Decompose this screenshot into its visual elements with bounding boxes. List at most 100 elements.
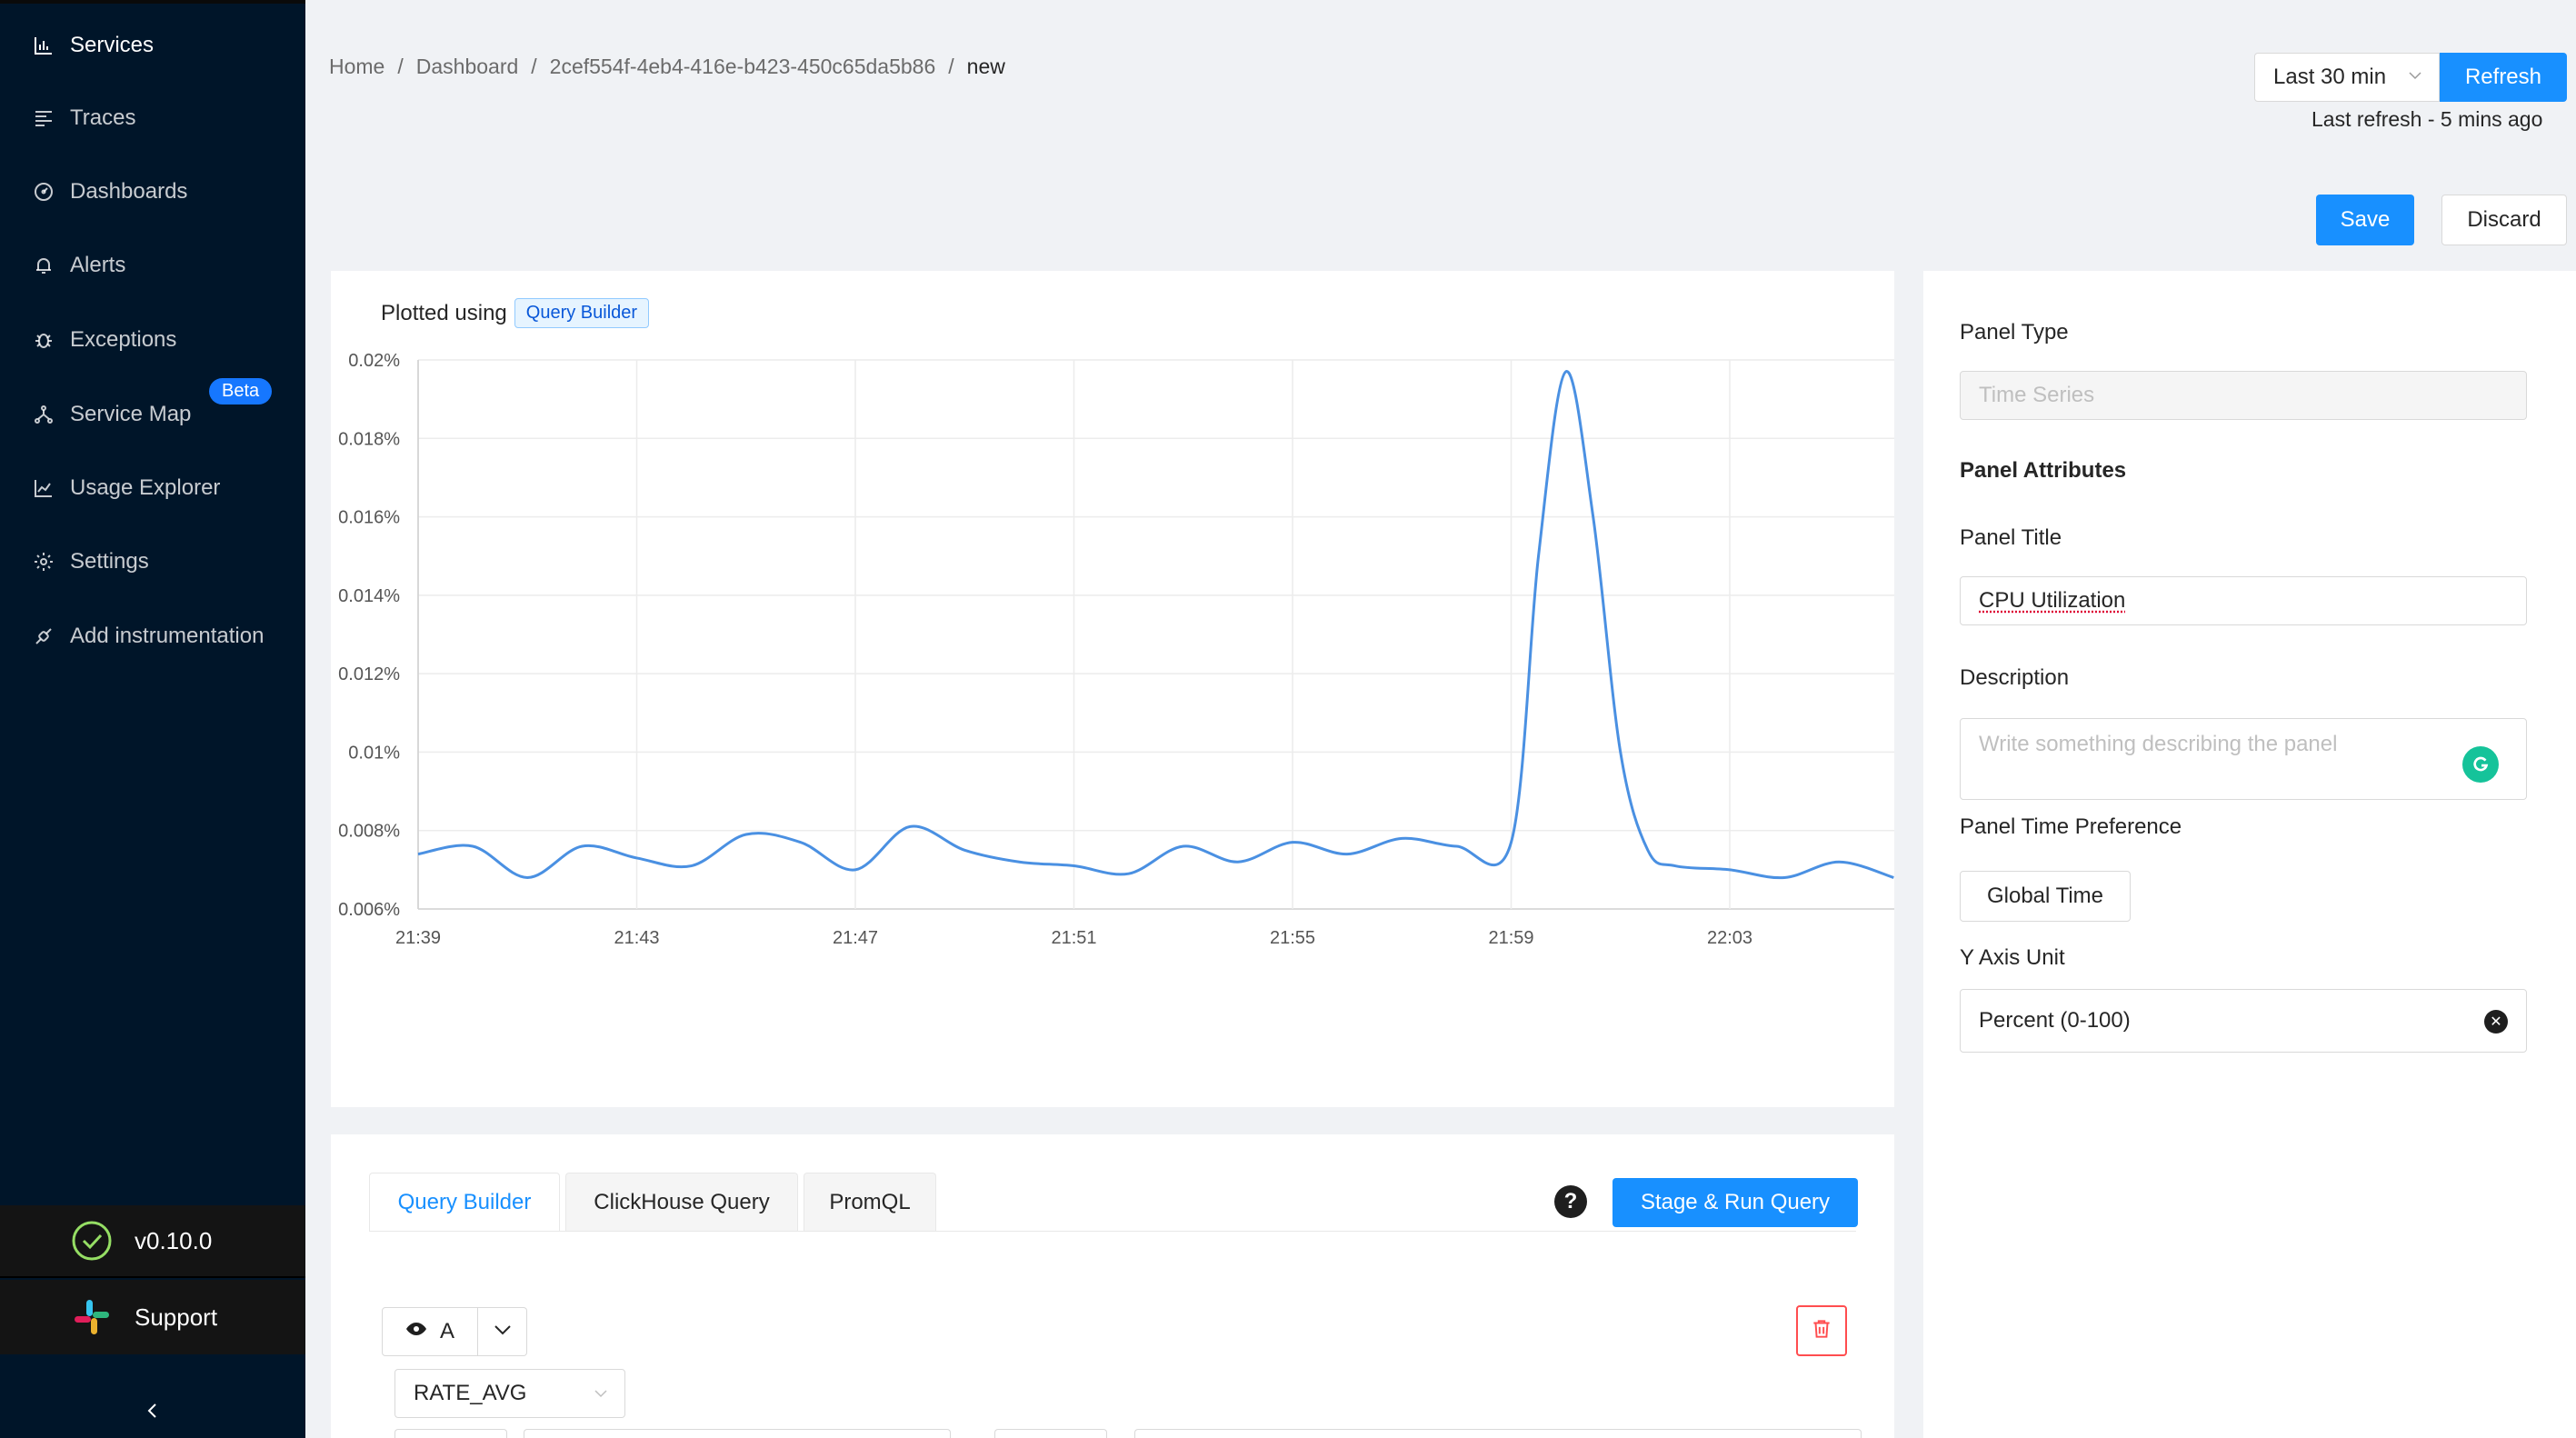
trash-icon (1810, 1317, 1833, 1345)
breadcrumb-separator: / (531, 55, 536, 79)
y-axis-unit-value: Percent (0-100) (1979, 1008, 2131, 1034)
query-panel: Query Builder ClickHouse Query PromQL ? … (331, 1134, 1894, 1438)
query-name: A (440, 1319, 454, 1344)
discard-button[interactable]: Discard (2441, 195, 2567, 245)
chevron-down-icon (592, 1383, 610, 1409)
breadcrumb-separator: / (397, 55, 403, 79)
filter-field-stub[interactable] (394, 1429, 507, 1438)
last-refresh-text: Last refresh - 5 mins ago (2311, 107, 2542, 132)
slack-icon (71, 1296, 113, 1338)
bug-icon (30, 326, 57, 354)
time-range-select[interactable]: Last 30 min (2254, 53, 2440, 102)
query-visibility-toggle[interactable]: A (382, 1307, 478, 1356)
sidebar-item-exceptions[interactable]: Exceptions (0, 313, 305, 367)
clear-icon[interactable]: ✕ (2484, 1010, 2508, 1034)
y-tick-label: 0.016% (338, 508, 400, 528)
y-tick-label: 0.006% (338, 900, 400, 920)
time-preference-button[interactable]: Global Time (1960, 871, 2131, 922)
chart-panel: 0.006% 0.008% 0.01% 0.012% 0.014% 0.016% 0.018… (331, 271, 1894, 1107)
sidebar-item-dashboards[interactable]: Dashboards (0, 165, 305, 219)
y-axis-unit-label: Y Axis Unit (1960, 945, 2065, 971)
plotted-using-row: Plotted using Query Builder (381, 298, 649, 328)
description-label: Description (1960, 665, 2069, 691)
sidebar-item-service-map[interactable]: Service Map Beta (0, 387, 305, 442)
x-tick-label: 22:03 (1707, 928, 1752, 948)
panel-type-field: Time Series (1960, 371, 2527, 420)
sidebar-item-label: Alerts (70, 253, 125, 278)
x-tick-label: 21:55 (1270, 928, 1315, 948)
breadcrumb-dashboard-id[interactable]: 2cef554f-4eb4-416e-b423-450c65da5b86 (550, 55, 936, 79)
sidebar-item-label: Settings (70, 549, 149, 574)
sidebar-item-label: Service Map (70, 402, 191, 427)
delete-query-button[interactable] (1796, 1305, 1847, 1356)
y-axis-unit-select[interactable]: Percent (0-100) ✕ (1960, 989, 2527, 1053)
y-tick-label: 0.012% (338, 664, 400, 684)
sidebar-item-label: Usage Explorer (70, 475, 220, 501)
breadcrumb-dashboard[interactable]: Dashboard (416, 55, 519, 79)
sidebar-collapse-button[interactable] (0, 1382, 305, 1438)
sidebar-item-usage-explorer[interactable]: Usage Explorer (0, 461, 305, 515)
sidebar-item-label: Services (70, 33, 154, 58)
gear-icon (30, 548, 57, 575)
refresh-button[interactable]: Refresh (2440, 53, 2567, 102)
tab-clickhouse-query[interactable]: ClickHouse Query (565, 1173, 798, 1231)
sidebar: Services Traces Dashboards Alerts Except… (0, 0, 305, 1438)
panel-title-label: Panel Title (1960, 525, 2062, 551)
panel-type-label: Panel Type (1960, 320, 2069, 345)
breadcrumb: Home / Dashboard / 2cef554f-4eb4-416e-b4… (329, 55, 1005, 79)
sidebar-item-add-instrumentation[interactable]: Add instrumentation (0, 609, 305, 664)
support-label: Support (135, 1303, 217, 1332)
time-preference-label: Panel Time Preference (1960, 814, 2182, 840)
version-label: v0.10.0 (135, 1227, 212, 1255)
panel-title-value: CPU Utilization (1979, 588, 2125, 614)
beta-badge: Beta (209, 378, 272, 404)
y-tick-label: 0.018% (338, 429, 400, 449)
aggregation-value: RATE_AVG (414, 1381, 526, 1406)
eye-icon (405, 1318, 427, 1346)
sidebar-item-settings[interactable]: Settings (0, 534, 305, 589)
support-link[interactable]: Support (0, 1280, 305, 1354)
filter-field-stub[interactable] (524, 1429, 951, 1438)
sidebar-item-services[interactable]: Services (0, 18, 305, 73)
line-chart-icon (30, 474, 57, 502)
panel-settings: Panel Type Time Series Panel Attributes … (1923, 271, 2576, 1438)
breadcrumb-current: new (967, 55, 1005, 79)
grammarly-icon[interactable] (2462, 746, 2499, 783)
x-tick-label: 21:59 (1488, 928, 1533, 948)
bell-icon (30, 252, 57, 279)
time-range-value: Last 30 min (2273, 65, 2386, 90)
filter-field-stub[interactable] (994, 1429, 1107, 1438)
description-textarea[interactable]: Write something describing the panel (1960, 718, 2527, 800)
sidebar-item-label: Exceptions (70, 327, 176, 353)
sidebar-item-alerts[interactable]: Alerts (0, 238, 305, 293)
chart: 0.006% 0.008% 0.01% 0.012% 0.014% 0.016% 0.018… (331, 271, 1894, 1107)
y-tick-label: 0.008% (338, 822, 400, 842)
breadcrumb-home[interactable]: Home (329, 55, 384, 79)
api-icon (30, 623, 57, 650)
save-button[interactable]: Save (2316, 195, 2414, 245)
query-expand-button[interactable] (478, 1307, 527, 1356)
x-tick-label: 21:51 (1051, 928, 1096, 948)
tab-promql[interactable]: PromQL (804, 1173, 936, 1231)
filter-field-stub[interactable] (1134, 1429, 1862, 1438)
chevron-left-icon (144, 1396, 162, 1427)
x-tick-label: 21:47 (833, 928, 878, 948)
tab-query-builder[interactable]: Query Builder (369, 1173, 560, 1231)
chevron-down-icon (492, 1319, 514, 1345)
x-tick-label: 21:43 (614, 928, 659, 948)
chevron-down-icon (2406, 66, 2424, 90)
question-icon[interactable]: ? (1554, 1185, 1587, 1218)
y-tick-label: 0.01% (348, 743, 400, 763)
deployment-unit-icon (30, 401, 57, 428)
description-placeholder: Write something describing the panel (1979, 732, 2337, 756)
query-builder-tag: Query Builder (514, 298, 649, 328)
stage-run-query-button[interactable]: Stage & Run Query (1612, 1178, 1858, 1227)
tabs-divider (369, 1231, 1856, 1232)
plotted-using-label: Plotted using (381, 301, 507, 326)
sidebar-item-traces[interactable]: Traces (0, 91, 305, 145)
sidebar-item-label: Add instrumentation (70, 624, 264, 649)
sidebar-item-label: Dashboards (70, 179, 187, 205)
aggregation-select[interactable]: RATE_AVG (394, 1369, 625, 1418)
panel-title-input[interactable]: CPU Utilization (1960, 576, 2527, 625)
breadcrumb-separator: / (948, 55, 954, 79)
